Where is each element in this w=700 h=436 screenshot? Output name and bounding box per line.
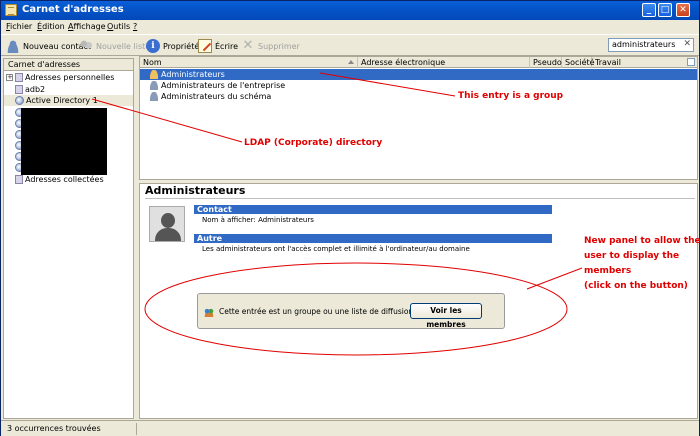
properties-button[interactable]: i Propriétés [146,38,203,54]
details-title: Administrateurs [145,184,695,199]
annotation-new-panel-1: New panel to allow the [584,236,700,246]
maximize-button[interactable]: □ [658,3,672,17]
column-societe[interactable]: Société [562,57,595,68]
column-picker-icon[interactable] [687,58,695,66]
photo-placeholder-head [161,213,175,228]
redacted-area [21,108,107,175]
row-name: Administrateurs de l'entreprise [161,81,286,90]
contact-section-header: Contact [194,205,552,214]
group-icon [204,308,214,317]
row-name: Administrateurs du schéma [161,92,272,101]
delete-icon: ✕ [242,38,254,53]
tree-item-adb2[interactable]: adb2 [15,84,45,95]
delete-button[interactable]: ✕ Supprimer [241,38,300,54]
toolbar: Nouveau contact Nouvelle liste i Proprié… [1,34,699,56]
tree-item-adresses-collectees[interactable]: Adresses collectées [15,174,104,185]
close-button[interactable]: ✕ [676,3,690,17]
delete-label: Supprimer [258,41,300,51]
clear-search-icon[interactable]: ✕ [683,39,691,49]
write-icon [198,39,212,53]
search-input[interactable]: administrateurs ✕ [608,38,694,52]
menu-outils-label: utils [113,22,131,31]
menu-bar: Fichier Édition Affichage Outils ? [1,20,699,34]
tree-item-label: Adresses personnelles [25,73,115,82]
menu-affichage[interactable]: Affichage [68,22,106,31]
table-row[interactable]: Administrateurs de l'entreprise [140,80,697,91]
column-adresse[interactable]: Adresse électronique [358,57,530,68]
new-list-icon [79,39,93,53]
book-icon [15,175,23,184]
book-icon [15,73,23,82]
tree-header: Carnet d'adresses [4,59,133,71]
annotation-ldap: LDAP (Corporate) directory [244,138,383,148]
annotation-group-entry: This entry is a group [458,91,564,101]
column-pseudo[interactable]: Pseudo [530,57,562,68]
search-value: administrateurs [612,40,676,49]
menu-edition[interactable]: Édition [37,22,65,31]
new-list-label: Nouvelle liste [96,41,151,51]
properties-icon: i [146,39,160,53]
tree-item-label: adb2 [25,85,46,94]
address-book-icon [5,4,17,16]
write-label: Écrire [215,41,238,51]
annotation-new-panel-2: user to display the [584,251,680,261]
menu-affichage-label: ffichage [73,22,106,31]
column-travail[interactable]: Travail [592,57,687,68]
menu-fichier[interactable]: Fichier [6,22,32,31]
group-info-text: Cette entrée est un groupe ou une liste … [219,307,416,316]
group-icon [150,70,158,79]
menu-help-accel: ? [133,22,138,31]
row-name: Administrateurs [161,70,225,79]
contact-details-pane: Administrateurs Contact Nom à afficher: … [139,183,698,419]
table-row[interactable]: Administrateurs du schéma [140,91,697,102]
annotation-new-panel-3: members [584,266,632,276]
ldap-icon [15,96,24,105]
group-icon [150,92,158,101]
other-section-header: Autre [194,234,552,243]
address-book-window: Carnet d'adresses _ □ ✕ Fichier Édition … [0,0,700,436]
new-contact-icon [6,39,20,53]
new-list-button[interactable]: Nouvelle liste [79,38,150,54]
results-list: Nom Adresse électronique Pseudo Société … [139,56,698,180]
description-text: Les administrateurs ont l'accès complet … [202,245,470,253]
column-header-row: Nom Adresse électronique Pseudo Société … [140,57,697,68]
table-row[interactable]: Administrateurs [140,69,697,80]
menu-help[interactable]: ? [133,22,137,31]
window-title: Carnet d'adresses [22,4,124,15]
status-text: 3 occurrences trouvées [7,424,101,433]
menu-fichier-label: ichier [10,22,33,31]
menu-outils[interactable]: Outils [107,22,130,31]
title-bar[interactable]: Carnet d'adresses _ □ ✕ [1,1,699,20]
write-button[interactable]: Écrire [198,38,238,54]
photo-placeholder-body [155,228,181,241]
tree-item-label: Adresses collectées [25,175,104,184]
group-icon [150,81,158,90]
tree-item-adresses-personnelles[interactable]: + Adresses personnelles [4,72,114,83]
status-divider [136,423,137,435]
tree-item-label: Active Directory 1 [26,96,98,105]
contact-photo [149,206,185,242]
view-members-button[interactable]: Voir les membres [410,303,482,329]
menu-edition-label: dition [42,22,65,31]
annotation-new-panel-4: (click on the button) [584,281,688,291]
display-name-text: Nom à afficher: Administrateurs [202,216,314,224]
book-icon [15,85,23,94]
group-members-panel: Cette entrée est un groupe ou une liste … [197,293,505,329]
minimize-button[interactable]: _ [642,3,656,17]
tree-item-active-directory-1[interactable]: Active Directory 1 [4,95,133,106]
column-nom[interactable]: Nom [140,57,358,68]
sort-ascending-icon [348,60,354,64]
expand-icon[interactable]: + [6,74,13,81]
status-bar: 3 occurrences trouvées [1,420,699,436]
